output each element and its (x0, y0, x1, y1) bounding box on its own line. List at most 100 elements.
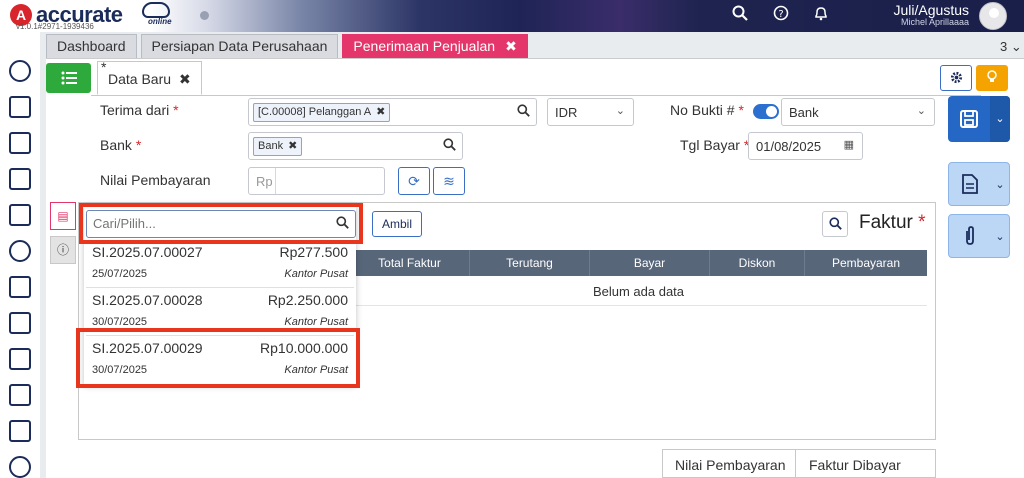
nilai-pembayaran-summary[interactable]: Nilai Pembayaran (675, 457, 786, 473)
help-icon[interactable]: ? (771, 5, 791, 25)
invoice-branch: Kantor Pusat (284, 268, 348, 280)
column-header[interactable]: Total Faktur (350, 250, 470, 276)
tab-label: Dashboard (57, 38, 126, 54)
save-button[interactable]: ⌄ (948, 96, 1010, 142)
chevron-down-icon[interactable]: ⌄ (991, 215, 1009, 257)
invoice-amount: Rp277.500 (279, 244, 348, 260)
invoice-amount: Rp10.000.000 (260, 340, 348, 356)
tab-persiapan-data[interactable]: Persiapan Data Perusahaan (140, 34, 339, 58)
dropdown-item[interactable]: SI.2025.07.00029 Rp10.000.000 30/07/2025… (86, 336, 354, 384)
search-icon[interactable] (336, 216, 349, 232)
module-tabs: Dashboard Persiapan Data Perusahaan Pene… (46, 34, 528, 58)
bank-icon[interactable] (9, 204, 31, 226)
currency-prefix: Rp (256, 174, 273, 189)
save-icon (948, 96, 990, 142)
tgl-bayar-field[interactable]: 01/08/2025 ▦ (748, 132, 863, 160)
required-mark: * (738, 102, 744, 118)
invoice-amount: Rp2.250.000 (267, 292, 348, 308)
shopping-cart-icon[interactable] (9, 276, 31, 298)
no-bukti-select[interactable]: Bank ⌄ (781, 98, 935, 126)
divider (795, 450, 796, 478)
chevron-down-icon[interactable]: ⌄ (990, 96, 1010, 142)
remove-chip-icon[interactable]: ✖ (288, 140, 297, 152)
inventory-icon[interactable] (9, 348, 31, 370)
brand-sub: online (148, 17, 172, 26)
title-text: Faktur (859, 212, 913, 233)
factory-icon[interactable] (9, 384, 31, 406)
faktur-search-button[interactable] (822, 211, 848, 237)
tax-icon[interactable] (9, 420, 31, 442)
customer-chip[interactable]: [C.00008] Pelanggan A ✖ (253, 103, 391, 122)
chevron-down-icon: ⌄ (615, 105, 625, 117)
search-icon[interactable] (730, 5, 750, 25)
chip-text: [C.00008] Pelanggan A (258, 106, 372, 118)
list-view-button[interactable] (46, 63, 91, 93)
info-tab[interactable]: ⓘ (50, 236, 76, 264)
remove-chip-icon[interactable]: ✖ (376, 106, 385, 118)
currency-value: IDR (555, 105, 578, 120)
ambil-button[interactable]: Ambil (372, 211, 422, 237)
accounting-period: Juli/Agustus (893, 2, 969, 18)
tips-button[interactable] (976, 65, 1008, 91)
summary-footer: Nilai Pembayaran Faktur Dibayar (662, 449, 936, 478)
tgl-bayar-label: Tgl Bayar * (680, 137, 749, 153)
info-icon: ⓘ (56, 243, 69, 257)
nilai-pembayaran-field[interactable]: Rp (248, 167, 385, 195)
tab-penerimaan-penjualan[interactable]: Penerimaan Penjualan ✖ (342, 34, 528, 58)
label-text: No Bukti # (670, 102, 735, 118)
dropdown-item[interactable]: SI.2025.07.00028 Rp2.250.000 30/07/2025 … (86, 288, 354, 336)
chevron-down-icon[interactable]: ⌄ (991, 163, 1009, 205)
form-settings-button[interactable] (940, 65, 972, 91)
sidebar (0, 32, 40, 478)
bank-chip[interactable]: Bank ✖ (253, 137, 303, 156)
cloud-icon (142, 2, 170, 18)
layers-button[interactable]: ≋ (433, 167, 465, 195)
avatar[interactable] (979, 2, 1007, 30)
calendar-icon[interactable]: ▦ (844, 138, 854, 151)
tab-data-baru[interactable]: * Data Baru ✖ (97, 59, 202, 95)
close-tab-icon[interactable]: ✖ (505, 38, 517, 54)
search-input[interactable] (93, 216, 323, 231)
search-icon[interactable] (443, 138, 456, 154)
status-dot (200, 11, 209, 20)
refresh-button[interactable]: ⟳ (398, 167, 430, 195)
column-header[interactable]: Pembayaran (805, 250, 927, 276)
money-bag-icon[interactable] (9, 240, 31, 262)
detail-invoice-tab[interactable]: ▤ (50, 202, 76, 230)
auto-number-toggle[interactable] (753, 104, 779, 119)
divider (91, 95, 981, 96)
terima-dari-label: Terima dari * (100, 102, 179, 118)
purchase-cart-icon[interactable] (9, 312, 31, 334)
nilai-pembayaran-label: Nilai Pembayaran (100, 172, 211, 188)
search-icon[interactable] (517, 104, 530, 120)
close-subtab-icon[interactable]: ✖ (179, 71, 191, 87)
column-header[interactable]: Bayar (590, 250, 710, 276)
tab-dashboard[interactable]: Dashboard (46, 34, 137, 58)
invoice-date: 30/07/2025 (92, 364, 148, 376)
dropdown-search-input[interactable] (86, 210, 356, 238)
invoice-number: SI.2025.07.00028 (92, 292, 203, 308)
faktur-dibayar-summary[interactable]: Faktur Dibayar (809, 457, 901, 473)
user-info[interactable]: Juli/Agustus Michel Aprillaaaa (885, 2, 969, 27)
tab-count-value: 3 (1000, 39, 1008, 54)
bank-field[interactable]: Bank ✖ (248, 132, 463, 160)
report-icon[interactable] (9, 456, 31, 478)
dropdown-item[interactable]: SI.2025.07.00027 Rp277.500 25/07/2025 Ka… (86, 240, 354, 288)
stack-icon: ≋ (443, 173, 455, 189)
print-button[interactable]: ⌄ (948, 162, 1010, 206)
gear-icon (950, 71, 962, 84)
app-version: v1.0.1#2971-1939436 (16, 22, 94, 31)
column-header[interactable]: Terutang (470, 250, 590, 276)
company-building-icon[interactable] (9, 132, 31, 154)
currency-select[interactable]: IDR ⌄ (547, 98, 634, 126)
ledger-book-icon[interactable] (9, 168, 31, 190)
open-tab-count[interactable]: 3 ⌄ (1000, 39, 1022, 55)
tab-label: Penerimaan Penjualan (353, 38, 496, 54)
settings-gear-icon[interactable] (9, 60, 31, 82)
customer-field[interactable]: [C.00008] Pelanggan A ✖ (248, 98, 537, 126)
notification-bell-icon[interactable] (811, 5, 831, 25)
column-header[interactable]: Diskon (710, 250, 805, 276)
attachment-button[interactable]: ⌄ (948, 214, 1010, 258)
inbox-icon[interactable] (9, 96, 31, 118)
list-icon (61, 71, 77, 85)
